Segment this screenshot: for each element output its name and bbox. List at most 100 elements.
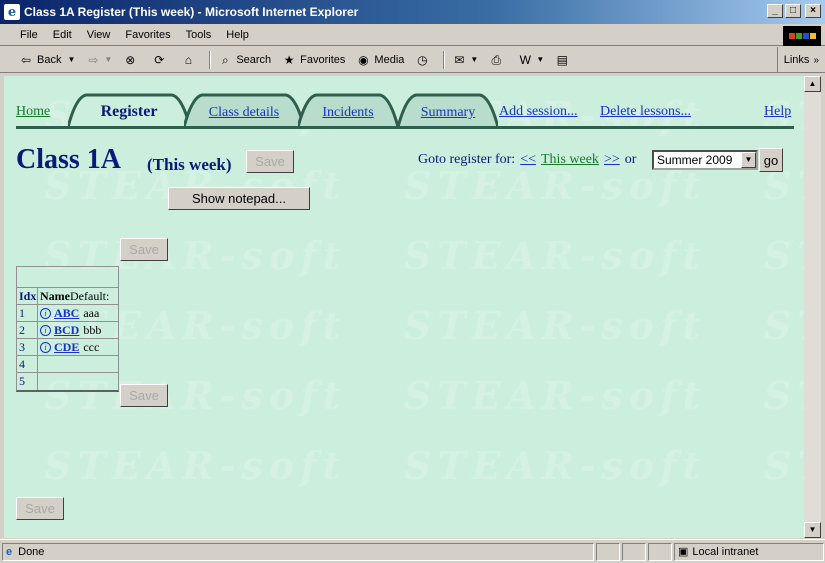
student-default: bbb [83,322,102,337]
chevron-down-icon[interactable]: ▼ [741,152,756,168]
menu-tools[interactable]: Tools [186,29,212,41]
table-row: 1 i ABC aaa [17,305,118,322]
save-button-upper[interactable]: Save [120,238,168,261]
refresh-button[interactable]: ⟳ [151,52,170,68]
back-arrow-icon: ⇦ [20,52,32,67]
toolbar-separator [443,50,446,69]
print-button[interactable]: ⎙ [488,52,507,68]
prev-week-link[interactable]: << [520,152,536,168]
show-notepad-button[interactable]: Show notepad... [168,187,310,210]
table-row: 4 [17,356,118,373]
tab-register[interactable]: Register [68,93,190,127]
tab-class-details[interactable]: Class details [184,93,304,127]
student-default: ccc [83,339,100,354]
back-button[interactable]: ⇦ Back ▼ [18,52,75,68]
edit-button[interactable]: W ▼ [517,52,545,68]
media-button[interactable]: ◉ Media [355,52,404,68]
word-edit-icon: W [519,52,531,67]
info-icon[interactable]: i [40,307,51,319]
windows-logo-icon [783,26,821,46]
student-default: aaa [83,305,100,320]
back-dropdown-icon[interactable]: ▼ [67,55,75,64]
menu-file[interactable]: File [20,29,38,41]
student-link[interactable]: BCD [54,323,79,338]
info-icon[interactable]: i [40,341,51,353]
menu-favorites[interactable]: Favorites [125,29,170,41]
stop-button[interactable]: ⊗ [122,52,141,68]
this-week-link[interactable]: This week [541,152,599,168]
forward-arrow-icon: ⇨ [88,52,99,67]
tab-class-details-label[interactable]: Class details [184,105,304,121]
status-pane-empty [622,542,646,561]
links-bar[interactable]: Links » [776,47,825,73]
background-watermark: STEAR-soft STEAR-soft STEAR-soft STEAR-s… [44,93,804,488]
window-controls: _ □ × [767,4,821,18]
menu-bar: File Edit View Favorites Tools Help [0,24,825,46]
chevron-right-icon: » [813,54,819,66]
toolbar-separator [209,50,212,69]
student-link[interactable]: CDE [54,340,79,355]
row-student: i ABC aaa [38,305,118,321]
header-name-default: Name Default: [38,288,118,304]
term-select[interactable]: Summer 2009 ▼ [652,150,758,170]
status-text: Done [18,545,45,558]
window-titlebar: e Class 1A Register (This week) - Micros… [0,0,825,24]
tab-summary[interactable]: Summary [398,93,498,127]
page-title: Class 1A [16,144,122,175]
student-link[interactable]: ABC [54,306,79,321]
nav-home-link[interactable]: Home [16,104,50,120]
save-button-lower[interactable]: Save [120,384,168,407]
close-button[interactable]: × [805,4,821,18]
scroll-down-button[interactable]: ▼ [804,522,821,538]
save-button-bottom[interactable]: Save [16,497,64,520]
row-idx: 4 [17,356,38,372]
page-viewport: STEAR-soft STEAR-soft STEAR-soft STEAR-s… [4,76,804,538]
maximize-button[interactable]: □ [785,4,801,18]
row-idx: 2 [17,322,38,338]
table-caption [17,267,118,288]
minimize-button[interactable]: _ [767,4,783,18]
mail-dropdown-icon: ▼ [470,55,479,64]
delete-lessons-link[interactable]: Delete lessons... [600,104,691,120]
tab-incidents-label[interactable]: Incidents [298,105,398,121]
discuss-button[interactable]: ▤ [554,52,573,68]
add-session-link[interactable]: Add session... [499,104,578,120]
ie-logo-icon: e [4,4,20,20]
next-week-link[interactable]: >> [604,152,620,168]
favorites-star-icon: ★ [283,52,295,67]
row-idx: 5 [17,373,38,390]
or-text: or [624,152,637,167]
tab-incidents[interactable]: Incidents [298,93,398,127]
mail-button[interactable]: ✉ ▼ [451,52,478,68]
info-icon[interactable]: i [40,324,51,336]
go-button[interactable]: go [759,148,783,172]
vertical-scrollbar[interactable]: ▲ ▼ [804,76,821,538]
save-button-top[interactable]: Save [246,150,294,173]
help-link[interactable]: Help [764,104,791,120]
favorites-button[interactable]: ★ Favorites [281,52,346,68]
home-button[interactable]: ⌂ [180,52,199,68]
home-icon: ⌂ [184,52,192,67]
search-button[interactable]: ⌕ Search [217,52,271,68]
status-zone: ▣ Local intranet [674,542,824,561]
goto-register: Goto register for: << This week >> or [418,152,636,168]
term-select-value: Summer 2009 [657,153,733,167]
history-icon: ◷ [417,52,428,67]
row-student: i CDE ccc [38,339,118,355]
page-subtitle: (This week) [147,155,232,174]
history-button[interactable]: ◷ [414,52,433,68]
menu-edit[interactable]: Edit [53,29,72,41]
register-table: Idx Name Default: 1 i ABC aaa 2 i BCD bb… [16,266,119,392]
row-student [38,373,118,390]
refresh-icon: ⟳ [154,52,165,67]
menu-view[interactable]: View [87,29,111,41]
status-pane-empty [648,542,672,561]
row-student: i BCD bbb [38,322,118,338]
tab-summary-label[interactable]: Summary [398,105,498,121]
table-row: 2 i BCD bbb [17,322,118,339]
forward-button[interactable]: ⇨ ▼ [85,52,112,68]
mail-icon: ✉ [454,52,465,67]
scroll-up-button[interactable]: ▲ [804,76,821,92]
header-default: Default: [70,288,110,303]
menu-help[interactable]: Help [226,29,249,41]
